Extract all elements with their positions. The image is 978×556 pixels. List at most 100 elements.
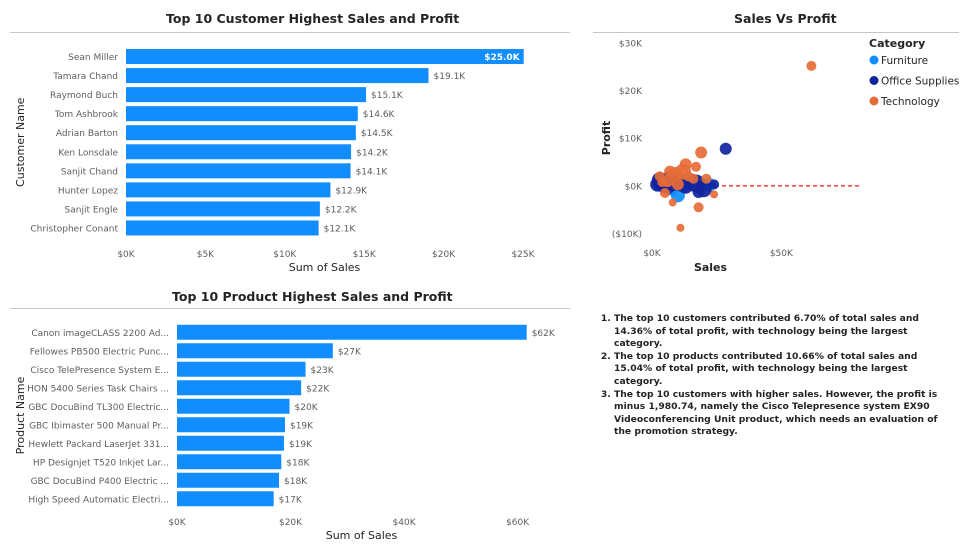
data-label: $14.2K: [356, 148, 389, 158]
category-label: Sanjit Chand: [61, 167, 118, 177]
scatter-point: [693, 202, 704, 213]
bar: [177, 491, 274, 507]
bar: [177, 343, 333, 359]
note-item-2: The top 10 products contributed 10.66% o…: [614, 351, 944, 389]
scatter-point: [695, 146, 708, 159]
category-label: Hewlett Packard LaserJet 331...: [28, 440, 169, 450]
customer-sales-bar-chart: Sean Miller $25.0K Tamara Chand $19.1K Raymo…: [14, 49, 536, 274]
x-tick-label: $50K: [770, 249, 794, 259]
category-label: High Speed Automatic Electri...: [28, 495, 169, 505]
category-label: Ken Lonsdale: [58, 148, 118, 158]
product-sales-bar-chart: Canon imageCLASS 2200 Ad... $62K Fellowes …: [14, 324, 556, 542]
data-label: $19.1K: [434, 72, 467, 82]
bar: [126, 220, 319, 236]
data-label: $15.1K: [371, 91, 404, 101]
scatter-point: [657, 177, 668, 188]
x-tick-label: $0K: [643, 249, 661, 259]
scatter-point: [690, 161, 701, 172]
legend-marker: [869, 55, 879, 65]
x-tick-label: $20K: [279, 518, 303, 528]
data-label: $22K: [306, 384, 330, 394]
y-tick-label: $0K: [625, 182, 643, 192]
category-label: Sean Miller: [68, 53, 118, 63]
data-label: $19K: [289, 440, 313, 450]
scatter-point: [671, 178, 684, 191]
customer-chart-title: Top 10 Customer Highest Sales and Profit: [166, 11, 460, 26]
note-item-1: The top 10 customers contributed 6.70% o…: [614, 313, 944, 351]
category-label: Hunter Lopez: [58, 186, 118, 196]
legend-marker: [869, 76, 879, 85]
note-item-3: The top 10 customers with higher sales. …: [614, 389, 944, 439]
x-tick-label: $40K: [393, 518, 417, 528]
bar: [126, 49, 524, 65]
category-label: Fellowes PB500 Electric Punc...: [30, 347, 169, 357]
data-label: $12.2K: [325, 205, 358, 215]
x-tick-label: $15K: [353, 250, 377, 260]
legend-marker: [869, 96, 879, 106]
category-label: GBC Ibimaster 500 Manual Pr...: [29, 421, 169, 431]
legend-label: Office Supplies: [881, 76, 959, 88]
legend-label: Furniture: [881, 55, 928, 67]
category-label: GBC DocuBind P400 Electric ...: [31, 477, 169, 487]
y-axis-title: Product Name: [14, 376, 27, 454]
legend-label: Technology: [880, 96, 940, 108]
data-label: $12.1K: [324, 224, 357, 234]
category-label: HON 5400 Series Task Chairs ...: [27, 384, 169, 394]
bar: [126, 163, 351, 179]
x-tick-label: $25K: [511, 250, 535, 260]
product-chart-title: Top 10 Product Highest Sales and Profit: [172, 289, 453, 304]
data-label: $20K: [295, 403, 319, 413]
bar: [177, 417, 285, 433]
data-label: $12.9K: [335, 186, 368, 196]
customer-chart-divider: [10, 32, 570, 33]
scatter-point: [688, 173, 699, 184]
data-label: $19K: [290, 421, 314, 431]
bar: [177, 324, 527, 340]
category-label: Tom Ashbrook: [54, 110, 119, 120]
product-chart-divider: [10, 308, 570, 309]
data-label: $14.1K: [356, 167, 389, 177]
bar: [126, 68, 429, 84]
data-label: $23K: [311, 366, 335, 376]
scatter-chart-title: Sales Vs Profit: [734, 11, 837, 26]
bar: [126, 182, 331, 198]
scatter-chart-divider: [593, 32, 959, 33]
category-label: Cisco TelePresence System E...: [30, 366, 169, 376]
data-label: $14.5K: [361, 129, 394, 139]
y-axis-title: Profit: [600, 121, 613, 155]
y-tick-label: $20K: [619, 87, 643, 97]
x-axis-title: Sum of Sales: [326, 529, 398, 542]
data-label: $27K: [338, 347, 362, 357]
x-tick-label: $20K: [432, 250, 456, 260]
x-tick-label: $5K: [197, 250, 215, 260]
scatter-point: [701, 173, 712, 184]
data-label: $18K: [286, 458, 310, 468]
category-label: GBC DocuBind TL300 Electric...: [28, 403, 169, 413]
bar: [126, 201, 320, 217]
scatter-point: [664, 165, 677, 178]
y-tick-label: $30K: [619, 40, 643, 50]
bar: [126, 125, 356, 141]
scatter-point: [806, 60, 817, 71]
insight-notes: The top 10 customers contributed 6.70% o…: [604, 313, 944, 439]
bar: [177, 398, 290, 414]
bar: [126, 144, 352, 160]
scatter-point: [710, 190, 719, 199]
bar: [177, 472, 280, 488]
scatter-point: [668, 198, 677, 207]
category-label: Tamara Chand: [52, 72, 118, 82]
data-label: $14.6K: [363, 110, 396, 120]
category-label: Raymond Buch: [50, 91, 118, 101]
y-axis-title: Customer Name: [14, 97, 27, 187]
scatter-point: [692, 186, 705, 199]
bar: [177, 454, 282, 470]
data-label: $17K: [279, 495, 303, 505]
bar: [177, 435, 284, 451]
x-tick-label: $10K: [273, 250, 297, 260]
x-tick-label: $60K: [506, 518, 530, 528]
bar: [177, 380, 302, 396]
x-tick-label: $0K: [168, 518, 186, 528]
bar: [126, 87, 367, 103]
scatter-point: [719, 142, 732, 155]
x-axis-title: Sales: [694, 261, 728, 274]
